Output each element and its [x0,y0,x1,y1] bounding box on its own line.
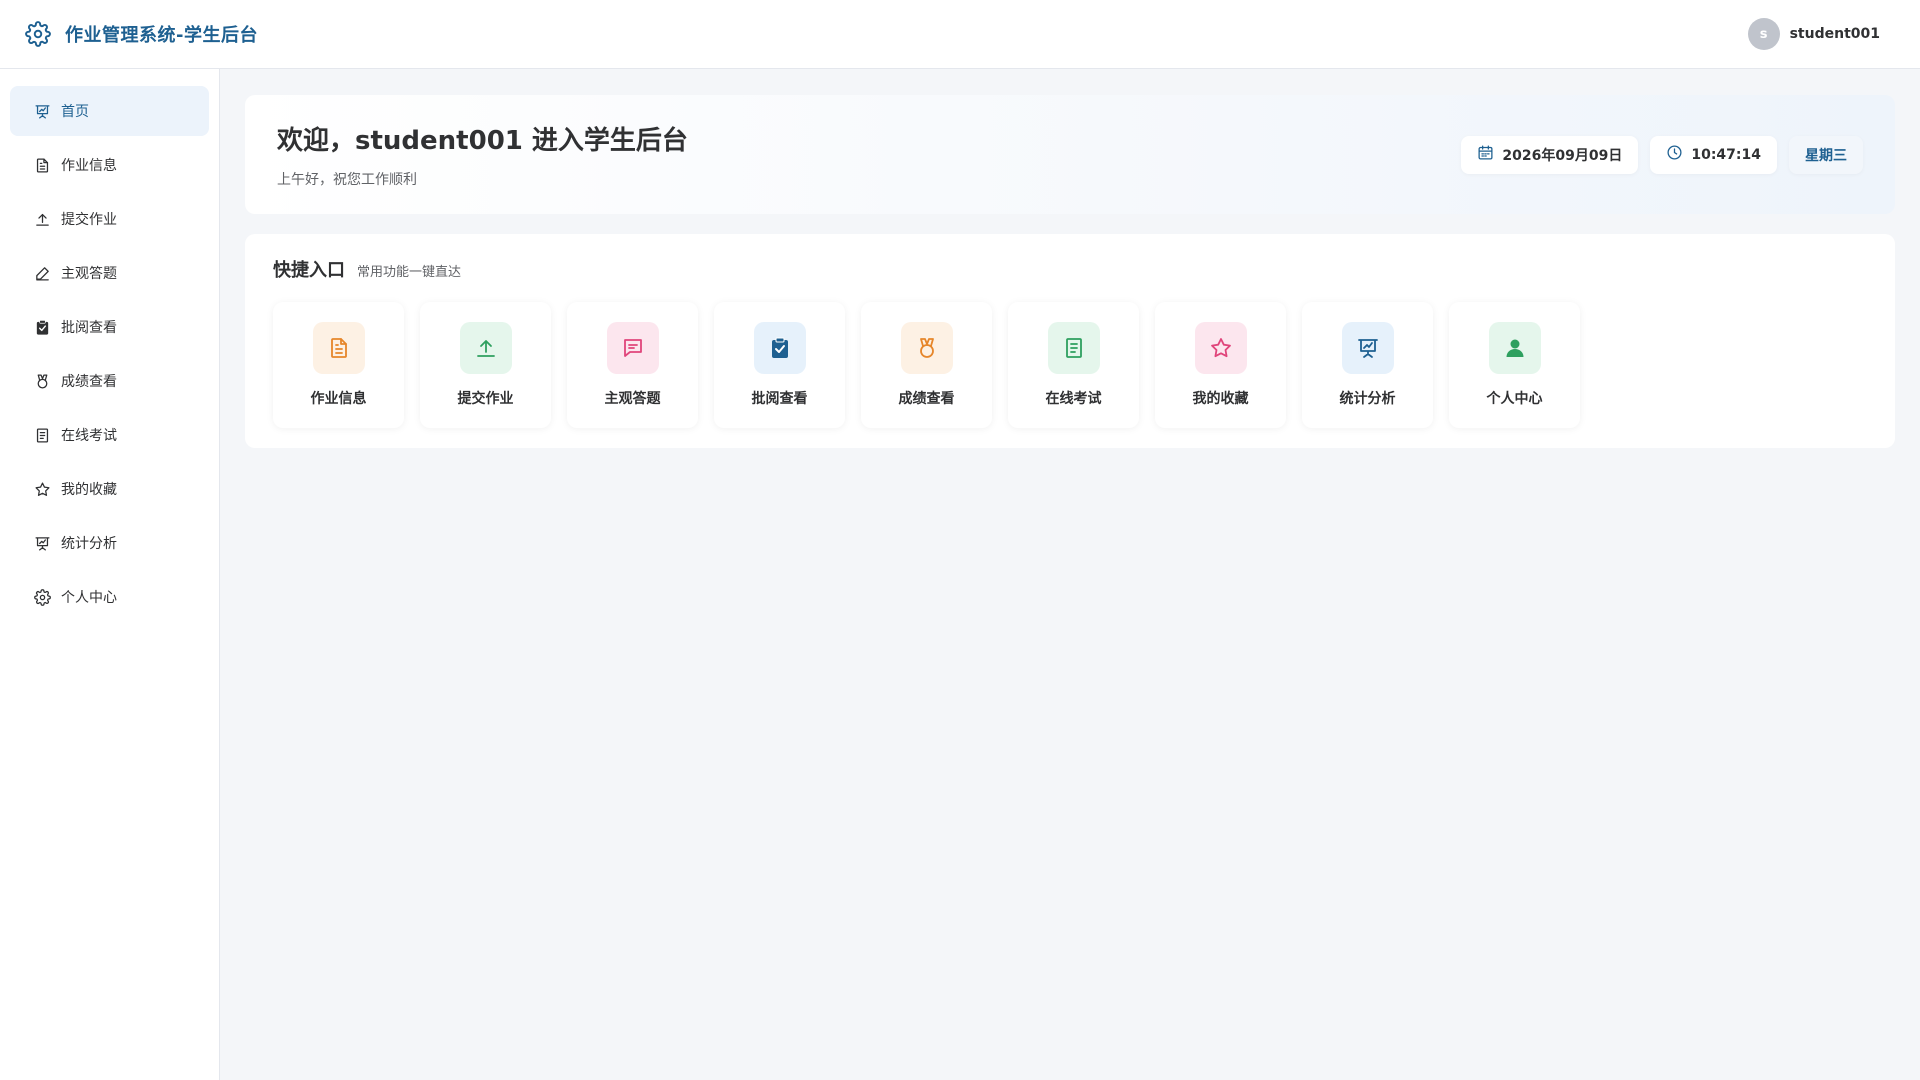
quick-card-8[interactable]: 个人中心 [1449,302,1580,428]
app-title: 作业管理系统-学生后台 [65,25,258,46]
quick-entry-panel: 快捷入口 常用功能一键直达 作业信息 提交作业 主观答题 批阅查看 成绩查看 在线考试 我的… [245,234,1895,448]
welcome-banner: 欢迎，student001 进入学生后台 上午好，祝您工作顺利 2026年09月… [245,95,1895,214]
gear-icon [33,588,51,606]
quick-card-label: 在线考试 [1045,391,1102,407]
sidebar-item-label: 作业信息 [61,158,117,174]
sidebar-item-1[interactable]: 作业信息 [10,140,209,190]
sidebar-item-2[interactable]: 提交作业 [10,194,209,244]
sidebar-item-label: 批阅查看 [61,320,117,336]
star-icon [33,480,51,498]
clock-icon [1666,144,1683,165]
edit-pen-icon [33,264,51,282]
document-icon [33,156,51,174]
sidebar-item-6[interactable]: 在线考试 [10,410,209,460]
sidebar-item-8[interactable]: 统计分析 [10,518,209,568]
quick-card-7[interactable]: 统计分析 [1302,302,1433,428]
notebook-icon [33,426,51,444]
sidebar-item-3[interactable]: 主观答题 [10,248,209,298]
brand[interactable]: 作业管理系统-学生后台 [25,21,258,47]
user-icon [1488,322,1541,374]
medal-icon [900,322,953,374]
sidebar: 首页作业信息提交作业主观答题批阅查看成绩查看在线考试我的收藏统计分析个人中心 [0,69,220,1080]
document-icon [312,322,365,374]
presentation-chart-icon [33,534,51,552]
quick-card-2[interactable]: 主观答题 [567,302,698,428]
sidebar-item-label: 我的收藏 [61,482,117,498]
quick-card-label: 作业信息 [310,391,367,407]
top-header: 作业管理系统-学生后台 s student001 [0,0,1920,69]
medal-icon [33,372,51,390]
clipboard-check-icon [33,318,51,336]
quick-card-label: 个人中心 [1486,391,1543,407]
sidebar-item-5[interactable]: 成绩查看 [10,356,209,406]
quick-card-0[interactable]: 作业信息 [273,302,404,428]
sidebar-item-label: 统计分析 [61,536,117,552]
time-text: 10:47:14 [1691,146,1761,163]
quick-card-label: 统计分析 [1339,391,1396,407]
quick-card-5[interactable]: 在线考试 [1008,302,1139,428]
date-chip: 2026年09月09日 [1461,135,1639,174]
quick-card-label: 我的收藏 [1192,391,1249,407]
username[interactable]: student001 [1790,26,1880,42]
presentation-chart-icon [33,102,51,120]
welcome-title: 欢迎，student001 进入学生后台 [277,126,688,156]
time-chip: 10:47:14 [1650,135,1777,174]
quick-card-label: 提交作业 [457,391,514,407]
quick-entry-title: 快捷入口 [273,260,345,281]
quick-card-4[interactable]: 成绩查看 [861,302,992,428]
quick-card-label: 批阅查看 [751,391,808,407]
sidebar-item-7[interactable]: 我的收藏 [10,464,209,514]
upload-icon [459,322,512,374]
sidebar-item-label: 个人中心 [61,590,117,606]
sidebar-item-label: 在线考试 [61,428,117,444]
star-icon [1194,322,1247,374]
upload-icon [33,210,51,228]
quick-card-1[interactable]: 提交作业 [420,302,551,428]
quick-card-6[interactable]: 我的收藏 [1155,302,1286,428]
user-menu[interactable]: s student001 [1747,18,1880,50]
welcome-subtitle: 上午好，祝您工作顺利 [277,172,417,188]
calendar-icon [1477,144,1494,165]
sidebar-item-0[interactable]: 首页 [10,86,209,136]
sidebar-item-4[interactable]: 批阅查看 [10,302,209,352]
quick-card-label: 主观答题 [604,391,661,407]
chat-icon [606,322,659,374]
sidebar-item-label: 主观答题 [61,266,117,282]
weekday-chip: 星期三 [1789,135,1863,174]
weekday-text: 星期三 [1805,147,1847,164]
sidebar-item-label: 提交作业 [61,212,117,228]
quick-card-label: 成绩查看 [898,391,955,407]
avatar[interactable]: s [1747,18,1780,50]
gear-icon [25,21,51,47]
quick-card-3[interactable]: 批阅查看 [714,302,845,428]
notebook-icon [1047,322,1100,374]
sidebar-item-label: 成绩查看 [61,374,117,390]
quick-entry-cards: 作业信息 提交作业 主观答题 批阅查看 成绩查看 在线考试 我的收藏 统计分析 个人中心 [273,302,1867,428]
sidebar-item-label: 首页 [61,104,89,120]
quick-entry-subtitle: 常用功能一键直达 [357,265,462,280]
clipboard-check-icon [753,322,806,374]
date-text: 2026年09月09日 [1502,147,1623,164]
presentation-chart-icon [1341,322,1394,374]
sidebar-item-9[interactable]: 个人中心 [10,572,209,622]
